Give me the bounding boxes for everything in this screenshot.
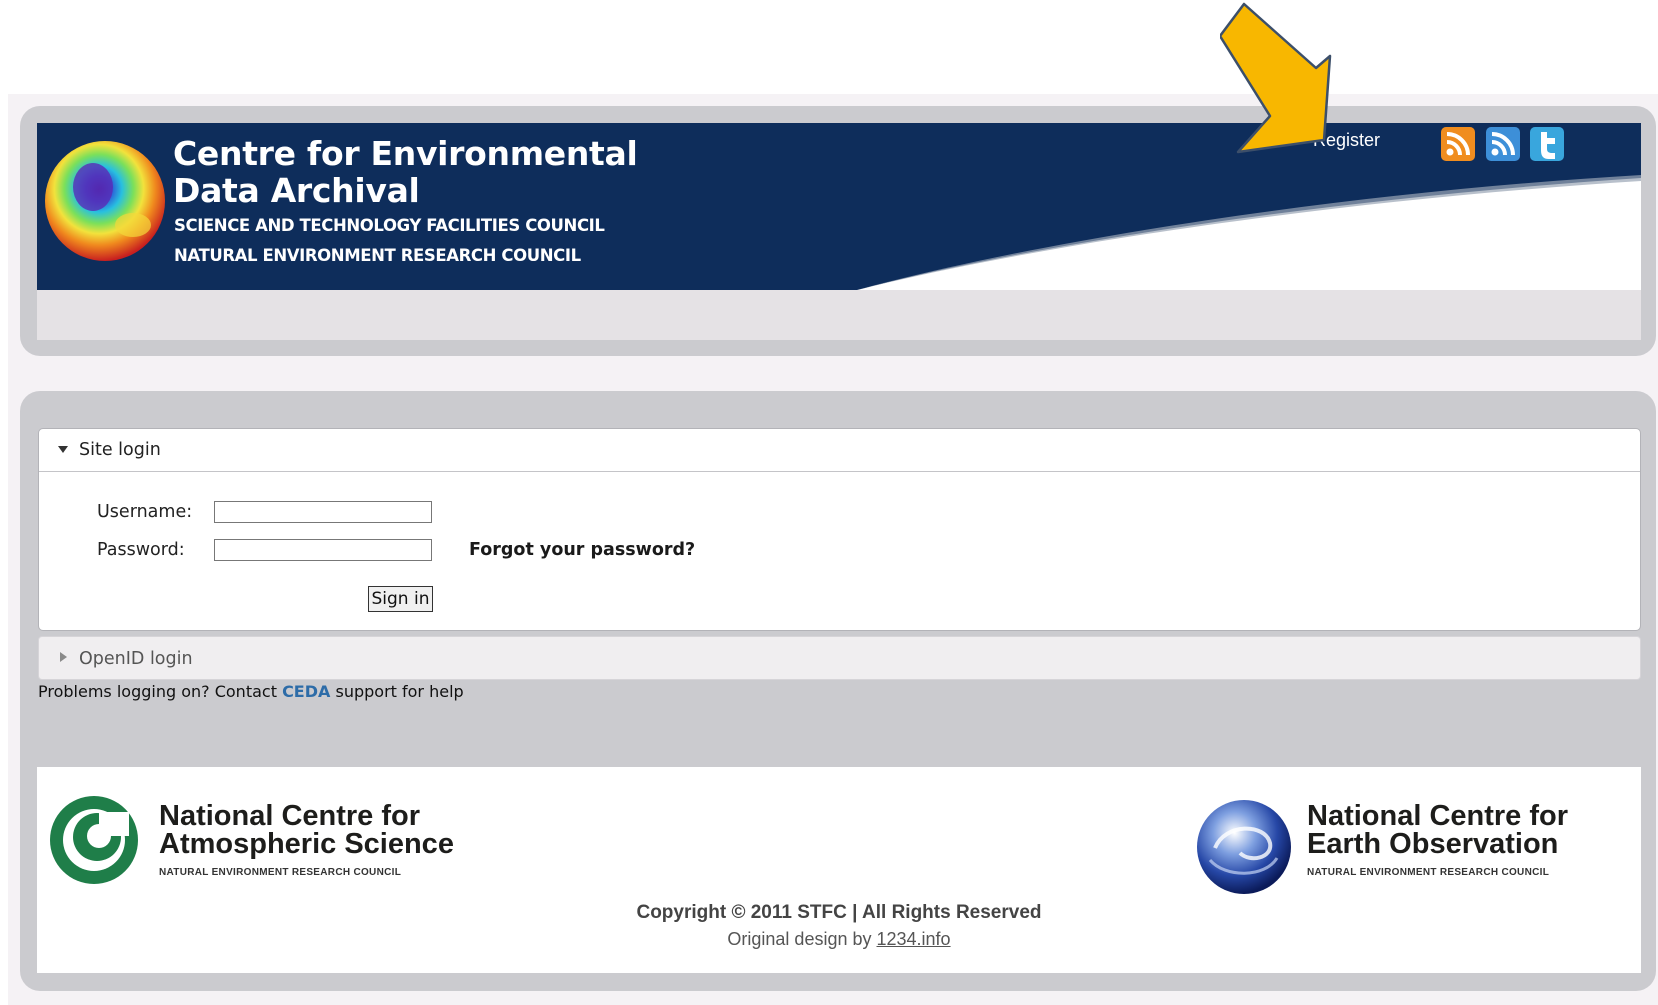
password-label: Password:: [97, 540, 185, 560]
ncas-name-line1: National Centre for: [159, 800, 421, 832]
twitter-icon[interactable]: [1530, 127, 1564, 161]
help-prefix: Problems logging on? Contact: [38, 682, 283, 701]
openid-login-label: OpenID login: [79, 649, 193, 669]
username-input[interactable]: [214, 501, 432, 523]
banner-subtitle-stfc: SCIENCE AND TECHNOLOGY FACILITIES COUNCI…: [174, 216, 605, 235]
site-login-header[interactable]: Site login: [39, 429, 1640, 472]
nceo-council: NATURAL ENVIRONMENT RESEARCH COUNCIL: [1307, 867, 1550, 878]
caret-right-icon: [60, 652, 67, 662]
footer: National Centre for Atmospheric Science …: [37, 767, 1641, 973]
sign-in-button[interactable]: Sign in: [368, 586, 433, 612]
annotation-arrow-icon: [1220, 2, 1332, 154]
caret-down-icon: [58, 446, 68, 453]
username-label: Username:: [97, 502, 193, 522]
password-input[interactable]: [214, 539, 432, 561]
nceo-globe-logo-icon: [1197, 800, 1291, 894]
banner-subtitle-nerc: NATURAL ENVIRONMENT RESEARCH COUNCIL: [174, 246, 581, 265]
globe-logo-icon: [45, 141, 165, 261]
site-login-section: Site login Username: Password: Forgot yo…: [38, 428, 1641, 631]
forgot-password-link[interactable]: Forgot your password?: [469, 540, 695, 560]
design-credit-link[interactable]: 1234.info: [877, 929, 951, 949]
ncas-name-line2: Atmospheric Science: [159, 828, 454, 860]
site-title: Centre for Environmental Data Archival: [173, 134, 638, 210]
ceda-support-link[interactable]: CEDA: [282, 682, 330, 701]
header-sub-bar: [37, 290, 1641, 340]
rss-blue-icon[interactable]: [1486, 127, 1520, 161]
design-credit-prefix: Original design by: [727, 929, 877, 949]
ncas-council: NATURAL ENVIRONMENT RESEARCH COUNCIL: [159, 867, 402, 878]
nceo-name-line1: National Centre for: [1307, 800, 1569, 832]
help-suffix: support for help: [330, 682, 464, 701]
openid-login-header[interactable]: OpenID login: [38, 636, 1641, 680]
nceo-name-line2: Earth Observation: [1307, 828, 1559, 860]
site-banner: Centre for Environmental Data Archival S…: [37, 123, 1641, 290]
ncas-logo-icon: [50, 796, 138, 884]
design-credit: Original design by 1234.info: [37, 929, 1641, 950]
rss-orange-icon[interactable]: [1441, 127, 1475, 161]
site-login-label: Site login: [79, 440, 161, 460]
copyright-text: Copyright © 2011 STFC | All Rights Reser…: [636, 902, 1042, 923]
login-help-text: Problems logging on? Contact CEDA suppor…: [38, 682, 464, 701]
